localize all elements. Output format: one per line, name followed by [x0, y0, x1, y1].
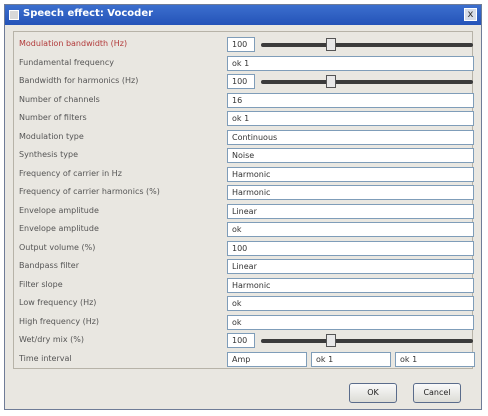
setting-label: Modulation bandwidth (Hz)	[19, 39, 128, 48]
setting-label: Synthesis type	[19, 150, 78, 159]
setting-input[interactable]: 16	[227, 92, 474, 108]
setting-row: Output volume (%) 100	[15, 240, 474, 257]
setting-input[interactable]: ok	[227, 314, 474, 330]
setting-value-input[interactable]: 100	[227, 333, 255, 348]
setting-label: Number of filters	[19, 113, 87, 122]
slider-track[interactable]	[261, 43, 473, 47]
vocoder-dialog: Speech effect: Vocoder x Modulation band…	[4, 4, 482, 410]
setting-label: Frequency of carrier harmonics (%)	[19, 187, 160, 196]
app-icon	[9, 10, 19, 20]
setting-row: Bandpass filter Linear	[15, 259, 474, 275]
setting-input[interactable]: Harmonic	[227, 185, 474, 200]
slider-thumb[interactable]	[326, 75, 336, 88]
setting-row: Fundamental frequency ok 1	[15, 55, 474, 72]
setting-row: Modulation type Continuous	[15, 129, 474, 146]
slider-thumb[interactable]	[326, 334, 336, 347]
setting-label: Bandwidth for harmonics (Hz)	[19, 76, 139, 85]
time-interval-field[interactable]: Amp	[227, 351, 307, 367]
setting-label: Modulation type	[19, 131, 84, 141]
setting-label: Wet/dry mix (%)	[19, 335, 84, 344]
cancel-button[interactable]: Cancel	[413, 383, 461, 403]
setting-input[interactable]: Linear	[227, 259, 474, 274]
setting-row: Frequency of carrier in Hz Harmonic	[15, 166, 474, 183]
setting-row: Filter slope Harmonic	[15, 277, 474, 294]
setting-row: Number of filters ok 1	[15, 111, 474, 127]
setting-input[interactable]: Harmonic	[227, 166, 474, 182]
setting-row: Time interval Amp ok 1 ok 1	[15, 351, 475, 368]
time-interval-field[interactable]: ok 1	[311, 351, 391, 367]
setting-input[interactable]: Continuous	[227, 129, 474, 145]
slider-track[interactable]	[261, 80, 473, 84]
window-title: Speech effect: Vocoder	[23, 8, 154, 19]
setting-input[interactable]: Linear	[227, 203, 474, 219]
setting-row: High frequency (Hz) ok	[15, 314, 474, 331]
setting-label: Number of channels	[19, 94, 100, 104]
setting-label: Filter slope	[19, 279, 63, 289]
setting-row: Wet/dry mix (%) 100	[15, 333, 473, 349]
setting-row: Synthesis type Noise	[15, 148, 474, 164]
time-interval-field[interactable]: ok 1	[395, 351, 475, 367]
setting-value-input[interactable]: 100	[227, 74, 255, 89]
setting-label: Fundamental frequency	[19, 57, 114, 67]
ok-button[interactable]: OK	[349, 383, 397, 403]
setting-row: Low frequency (Hz) ok	[15, 296, 474, 312]
setting-input[interactable]: ok 1	[227, 55, 474, 71]
setting-row: Frequency of carrier harmonics (%) Harmon…	[15, 185, 474, 201]
setting-input[interactable]: ok 1	[227, 111, 474, 126]
close-button[interactable]: x	[464, 8, 477, 21]
setting-slider[interactable]	[261, 37, 473, 52]
setting-input[interactable]: ok	[227, 222, 474, 237]
setting-label: Envelope amplitude	[19, 224, 99, 233]
slider-thumb[interactable]	[326, 38, 336, 51]
setting-row: Bandwidth for harmonics (Hz) 100	[15, 74, 473, 90]
setting-input[interactable]: Harmonic	[227, 277, 474, 293]
setting-label: Bandpass filter	[19, 261, 80, 270]
setting-label: High frequency (Hz)	[19, 316, 100, 326]
setting-row: Number of channels 16	[15, 92, 474, 109]
setting-row: Modulation bandwidth (Hz) 100	[15, 37, 473, 53]
setting-label: Low frequency (Hz)	[19, 298, 97, 307]
setting-slider[interactable]	[261, 74, 473, 89]
setting-label: Time interval	[19, 353, 72, 363]
setting-input[interactable]: 100	[227, 240, 474, 256]
setting-label: Output volume (%)	[19, 242, 96, 252]
setting-input[interactable]: Noise	[227, 148, 474, 163]
setting-row: Envelope amplitude ok	[15, 222, 474, 238]
setting-row: Envelope amplitude Linear	[15, 203, 474, 220]
setting-value-input[interactable]: 100	[227, 37, 255, 52]
setting-label: Envelope amplitude	[19, 205, 99, 215]
slider-track[interactable]	[261, 339, 473, 343]
setting-label: Frequency of carrier in Hz	[19, 168, 122, 178]
setting-input[interactable]: ok	[227, 296, 474, 311]
title-bar[interactable]: Speech effect: Vocoder x	[5, 5, 481, 25]
setting-slider[interactable]	[261, 333, 473, 348]
